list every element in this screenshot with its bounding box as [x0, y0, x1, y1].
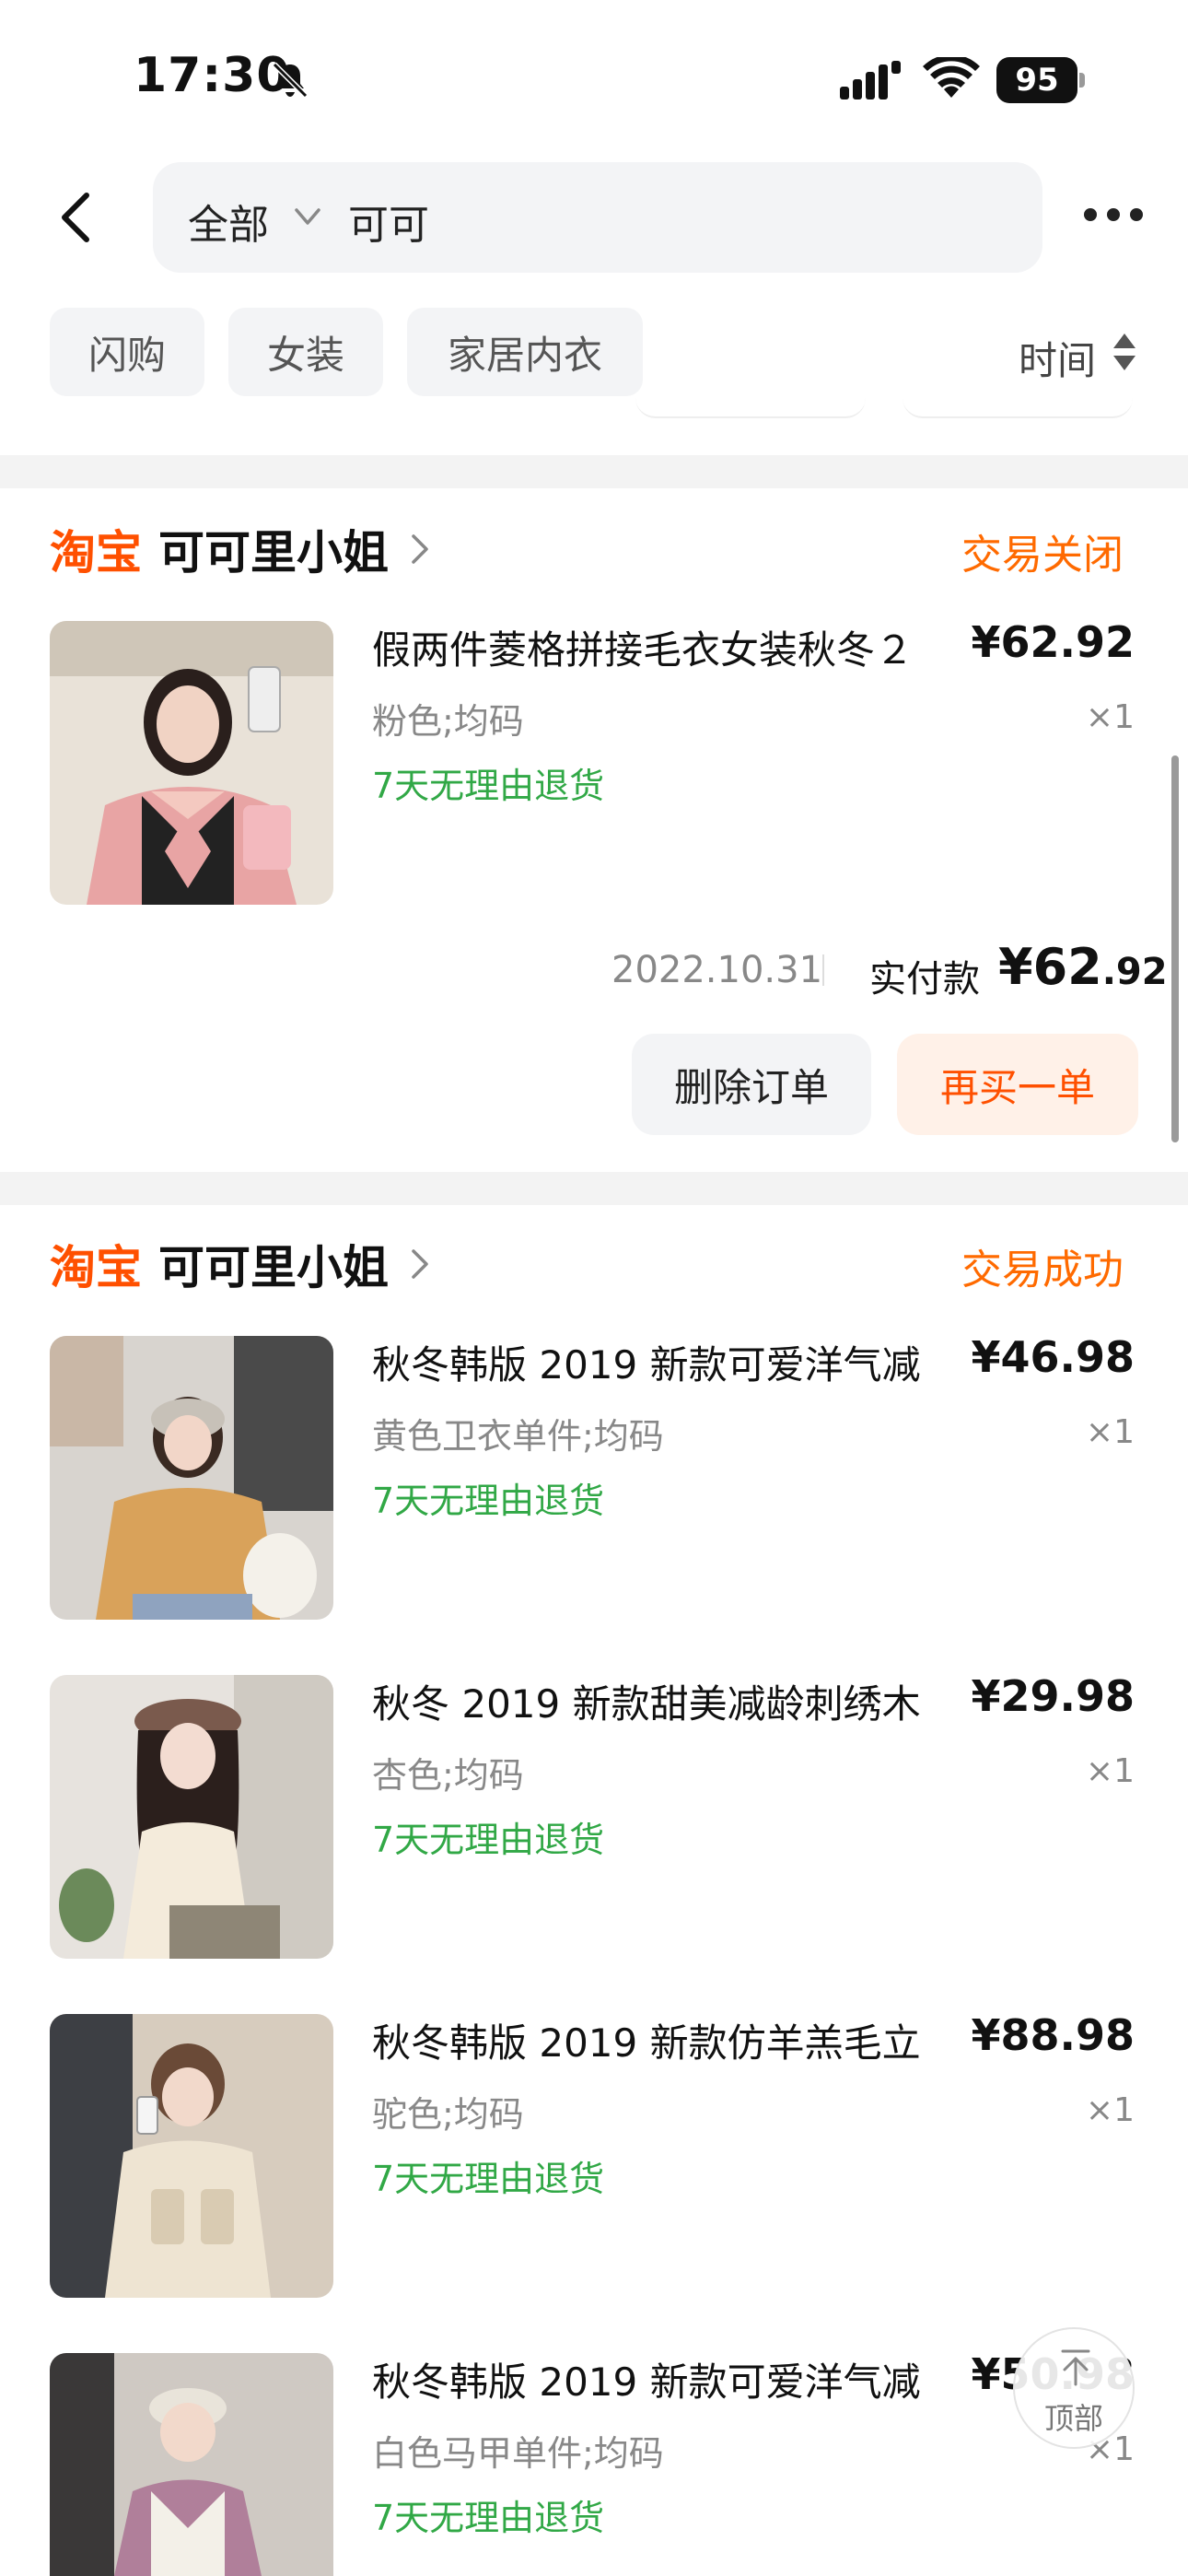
chevron-right-icon[interactable]: [409, 531, 431, 568]
product-quantity: ×1: [1085, 698, 1135, 736]
search-bar[interactable]: [153, 162, 1042, 273]
back-arrow-icon[interactable]: [55, 190, 96, 245]
chevron-down-icon[interactable]: [291, 203, 324, 230]
paid-amount: ¥62.92: [998, 938, 1168, 996]
section-divider: [0, 455, 1188, 488]
product-sku: 杏色;均码: [372, 1755, 524, 1796]
product-price: ¥62.92: [971, 617, 1135, 667]
bell-mute-icon: [272, 62, 309, 99]
product-image[interactable]: [50, 2014, 333, 2298]
product-image[interactable]: [50, 1336, 333, 1620]
wifi-icon: [923, 57, 980, 98]
product-title[interactable]: 秋冬韩版 2019 新款可爱洋气减: [372, 2351, 943, 2407]
product-quantity: ×1: [1085, 1413, 1135, 1451]
paid-amount-decimal: .92: [1101, 951, 1168, 993]
product-title[interactable]: 秋冬 2019 新款甜美减龄刺绣木: [372, 1673, 943, 1729]
scrollbar[interactable]: [1171, 755, 1179, 1142]
arrow-up-icon: [1061, 2349, 1090, 2386]
filter-chip-peek: [635, 398, 866, 418]
sort-arrows-icon[interactable]: [1111, 330, 1138, 374]
product-sku: 粉色;均码: [372, 701, 524, 742]
return-policy: 7天无理由退货: [372, 2498, 605, 2538]
battery-indicator: 95: [996, 57, 1085, 103]
product-image[interactable]: [50, 1675, 333, 1959]
order-status: 交易成功: [961, 1247, 1124, 1294]
filter-chip-flash-buy[interactable]: 闪购: [50, 308, 204, 396]
order-date: 2022.10.31: [611, 949, 823, 991]
paid-amount-main: ¥62: [998, 938, 1102, 996]
product-title[interactable]: 秋冬韩版 2019 新款仿羊羔毛立: [372, 2012, 943, 2068]
divider: [822, 954, 824, 986]
filter-chip-peek: [903, 398, 1133, 418]
product-price: ¥29.98: [971, 1671, 1135, 1721]
product-image[interactable]: [50, 621, 333, 905]
order-status: 交易关闭: [961, 532, 1124, 579]
product-quantity: ×1: [1085, 2091, 1135, 2129]
platform-label: 淘宝: [50, 1241, 142, 1294]
back-to-top-button[interactable]: 顶部: [1013, 2327, 1135, 2449]
cellular-signal-icon: [840, 61, 901, 100]
product-quantity: ×1: [1085, 1752, 1135, 1790]
delete-order-button[interactable]: 删除订单: [632, 1034, 871, 1135]
shop-name[interactable]: 可可里小姐: [158, 1231, 389, 1297]
return-policy: 7天无理由退货: [372, 766, 605, 806]
product-sku: 白色马甲单件;均码: [372, 2433, 664, 2474]
search-scope-label[interactable]: 全部: [188, 192, 269, 251]
return-policy: 7天无理由退货: [372, 2159, 605, 2199]
chevron-right-icon[interactable]: [409, 1246, 431, 1282]
shop-name[interactable]: 可可里小姐: [158, 516, 389, 582]
product-sku: 黄色卫衣单件;均码: [372, 1416, 664, 1457]
paid-amount-label: 实付款: [869, 958, 980, 1001]
platform-label: 淘宝: [50, 526, 142, 580]
product-image[interactable]: [50, 2353, 333, 2576]
sort-by-time-label[interactable]: 时间: [1019, 330, 1096, 386]
return-policy: 7天无理由退货: [372, 1820, 605, 1860]
battery-level: 95: [996, 57, 1077, 103]
status-time: 17:30: [134, 48, 291, 103]
filter-chip-womens-wear[interactable]: 女装: [228, 308, 383, 396]
product-title[interactable]: 假两件菱格拼接毛衣女装秋冬２: [372, 619, 943, 675]
product-title[interactable]: 秋冬韩版 2019 新款可爱洋气减: [372, 1334, 943, 1390]
product-price: ¥88.98: [971, 2010, 1135, 2060]
section-divider: [0, 1172, 1188, 1205]
buy-again-button[interactable]: 再买一单: [897, 1034, 1138, 1135]
more-options-icon[interactable]: [1081, 201, 1146, 228]
product-sku: 驼色;均码: [372, 2094, 524, 2135]
return-policy: 7天无理由退货: [372, 1481, 605, 1521]
search-query[interactable]: 可可: [348, 192, 429, 251]
back-to-top-label: 顶部: [1043, 2401, 1103, 2436]
product-price: ¥46.98: [971, 1332, 1135, 1382]
filter-chip-home-underwear[interactable]: 家居内衣: [407, 308, 643, 396]
